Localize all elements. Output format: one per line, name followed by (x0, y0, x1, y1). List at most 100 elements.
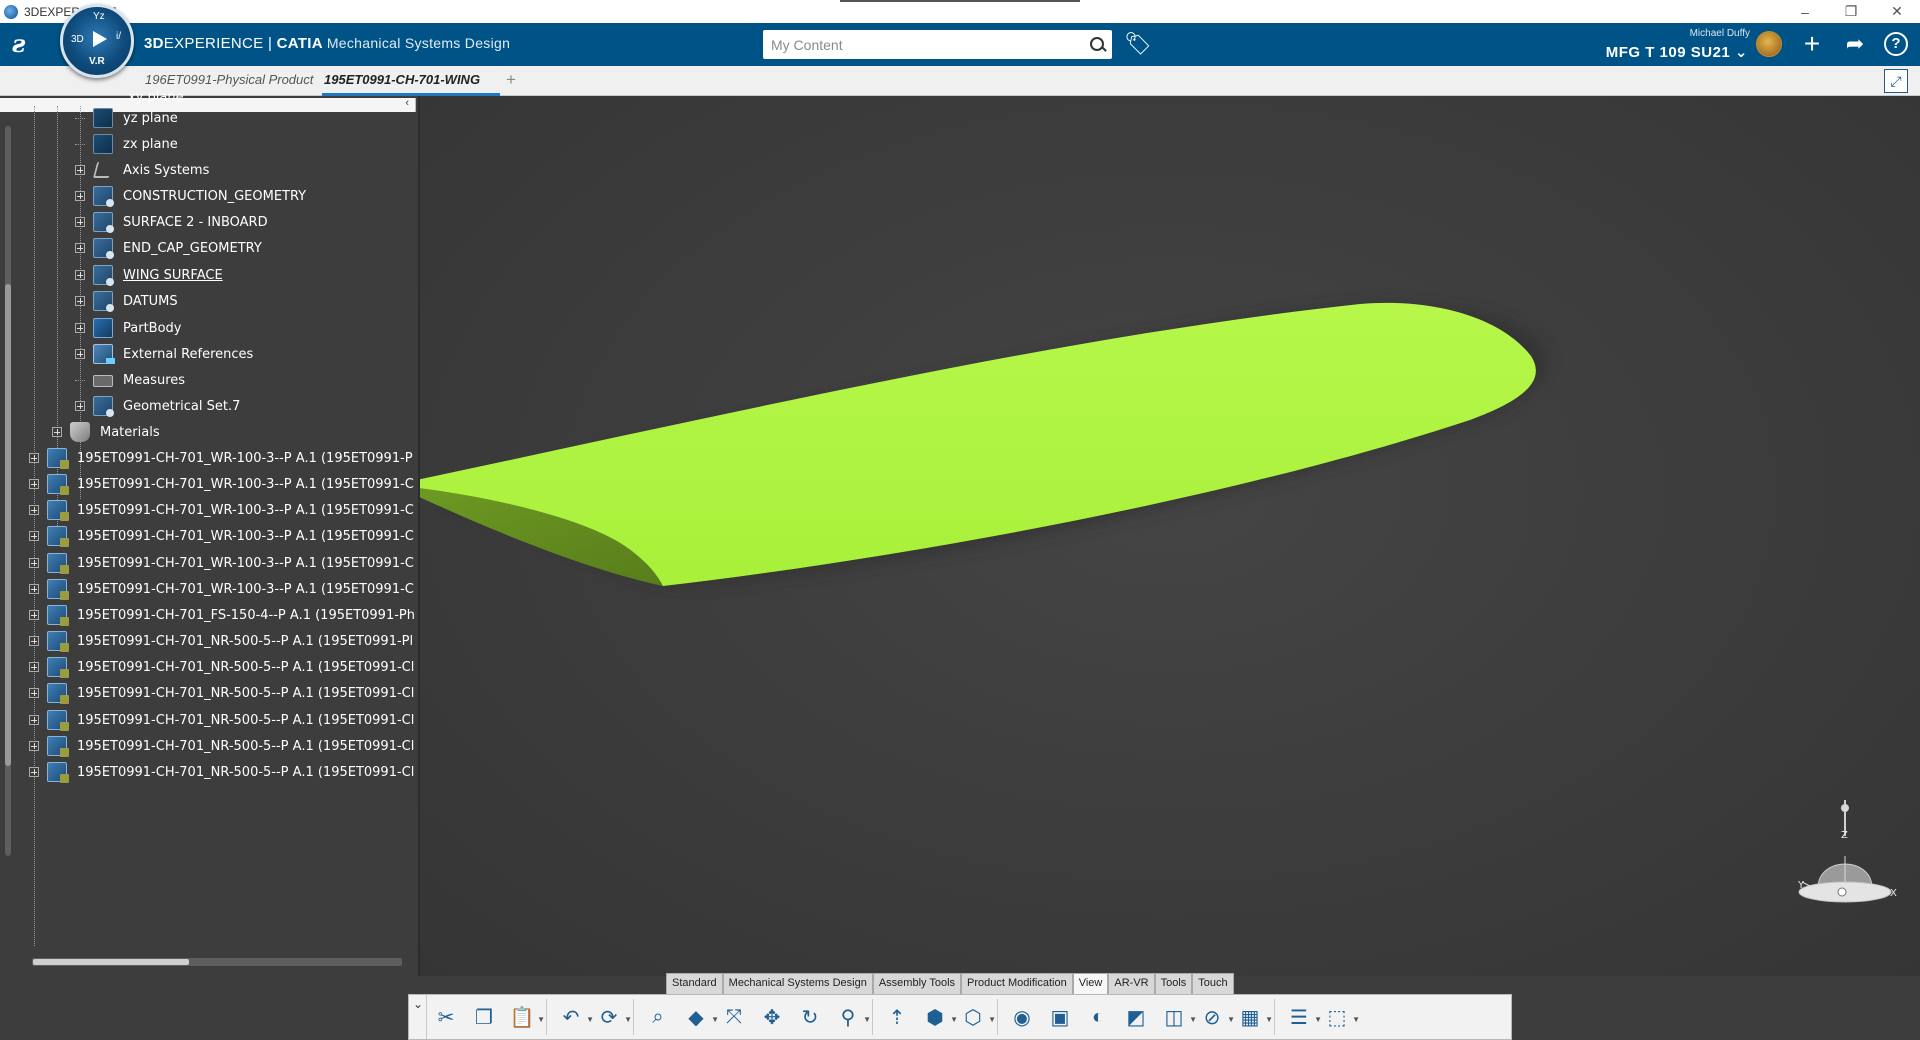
help-icon[interactable]: ? (1884, 32, 1908, 56)
3d-compass-icon[interactable]: Yz 3D i/ V.R (60, 4, 134, 78)
tree-item-part[interactable]: 195ET0991-CH-701_NR-500-5--P A.1 (195ET0… (29, 734, 415, 758)
tab-standard[interactable]: Standard (666, 973, 723, 994)
expand-icon[interactable] (29, 479, 39, 489)
hide-show-icon[interactable]: ◐ (1081, 1000, 1115, 1034)
minimize-button[interactable]: – (1782, 4, 1828, 20)
tree-item-external-references[interactable]: External References (75, 342, 253, 366)
restore-button[interactable]: ❐ (1828, 3, 1874, 20)
avatar[interactable] (1756, 31, 1782, 57)
zoom-icon[interactable]: ⌕ (641, 1000, 675, 1034)
normal-view-icon[interactable]: ⇡ (880, 1000, 914, 1034)
dropdown-arrow-icon[interactable]: ▼ (863, 1015, 871, 1024)
tenant-selector[interactable]: MFG T 109 SU21 ⌄ (1580, 43, 1748, 61)
tree-item-axis-systems[interactable]: Axis Systems (75, 158, 209, 182)
expand-icon[interactable] (29, 610, 39, 620)
pan-icon[interactable]: ✥ (755, 1000, 789, 1034)
tree-item-part[interactable]: 195ET0991-CH-701_WR-100-3--P A.1 (195ET0… (29, 446, 415, 470)
expand-icon[interactable] (29, 767, 39, 777)
dropdown-arrow-icon[interactable]: ▼ (537, 1015, 545, 1024)
copy-icon[interactable]: ❐ (467, 1000, 501, 1034)
expand-icon[interactable] (75, 323, 85, 333)
tree-item-datums[interactable]: DATUMS (75, 289, 178, 313)
compass-tool-icon[interactable]: ⬚ ▼ (1320, 1000, 1360, 1034)
tab-wing[interactable]: 195ET0991-CH-701-WING (324, 72, 499, 87)
split-view-icon[interactable]: ▦ ▼ (1233, 1000, 1273, 1034)
tree-item-part[interactable]: 195ET0991-CH-701_NR-500-5--P A.1 (195ET0… (29, 655, 415, 679)
tree-item-zx-plane[interactable]: zx plane (75, 132, 178, 156)
expand-icon[interactable] (75, 165, 85, 175)
tree-horizontal-scrollbar[interactable] (32, 958, 402, 966)
tree-item-surface-2-inboard[interactable]: SURFACE 2 - INBOARD (75, 210, 268, 234)
tree-item-materials[interactable]: Materials (52, 420, 160, 444)
expand-icon[interactable] (29, 662, 39, 672)
add-tab-button[interactable]: + (506, 70, 516, 90)
3d-viewport[interactable] (420, 96, 1920, 976)
share-icon[interactable]: ➦ (1840, 29, 1870, 59)
expand-icon[interactable] (29, 688, 39, 698)
expand-icon[interactable] (29, 741, 39, 751)
lighting-icon[interactable]: ◉ (1005, 1000, 1039, 1034)
rotate-icon[interactable]: ↻ (793, 1000, 827, 1034)
dropdown-arrow-icon[interactable]: ▼ (988, 1015, 996, 1024)
tab-mechanical-systems-design[interactable]: Mechanical Systems Design (722, 973, 873, 994)
expand-icon[interactable] (29, 505, 39, 515)
expand-icon[interactable] (29, 636, 39, 646)
add-icon[interactable]: + (1797, 27, 1827, 61)
expand-icon[interactable] (75, 217, 85, 227)
tree-item-part[interactable]: 195ET0991-CH-701_WR-100-3--P A.1 (195ET0… (29, 472, 415, 496)
expand-icon[interactable] (52, 427, 62, 437)
dropdown-arrow-icon[interactable]: ▼ (1352, 1015, 1360, 1024)
tree-vertical-scrollbar[interactable] (5, 126, 11, 856)
dropdown-arrow-icon[interactable]: ▼ (1265, 1015, 1273, 1024)
tree-item-part[interactable]: 195ET0991-CH-701_NR-500-5--P A.1 (195ET0… (29, 760, 415, 784)
tab-assembly-tools[interactable]: Assembly Tools (872, 973, 962, 994)
tree-item-part[interactable]: 195ET0991-CH-701_WR-100-3--P A.1 (195ET0… (29, 498, 415, 522)
close-button[interactable]: ✕ (1874, 3, 1920, 20)
tree-vertical-scroll-thumb[interactable] (5, 284, 11, 766)
fit-all-icon[interactable]: ⤧ (717, 1000, 751, 1034)
tree-item-construction-geometry[interactable]: CONSTRUCTION_GEOMETRY (75, 184, 306, 208)
dropdown-arrow-icon[interactable]: ▼ (624, 1015, 632, 1024)
tree-item-wing-surface[interactable]: WING SURFACE (75, 263, 223, 287)
expand-icon[interactable] (75, 191, 85, 201)
expand-icon[interactable] (29, 584, 39, 594)
tree-item-partbody[interactable]: PartBody (75, 316, 181, 340)
view-cube-icon[interactable]: ◆ ▼ (679, 1000, 719, 1034)
collapse-tree-icon[interactable]: ‹ (405, 97, 409, 109)
tab-product-modification[interactable]: Product Modification (961, 973, 1073, 994)
undo-icon[interactable]: ↶ ▼ (554, 1000, 594, 1034)
tree-item-part[interactable]: 195ET0991-CH-701_FS-150-4--P A.1 (195ET0… (29, 603, 415, 627)
tree-item-end-cap-geometry[interactable]: END_CAP_GEOMETRY (75, 236, 262, 260)
measure-tool-icon[interactable]: ⊘ ▼ (1195, 1000, 1235, 1034)
swap-visible-icon[interactable]: ◩ (1119, 1000, 1153, 1034)
capture-icon[interactable]: ▣ (1043, 1000, 1077, 1034)
tab-tools[interactable]: Tools (1154, 973, 1193, 994)
fullscreen-icon[interactable]: ⤢ (1884, 69, 1908, 93)
expand-icon[interactable] (75, 349, 85, 359)
tree-item-part[interactable]: 195ET0991-CH-701_WR-100-3--P A.1 (195ET0… (29, 577, 415, 601)
action-bar-collapse-icon[interactable] (409, 995, 427, 1039)
search-icon[interactable] (1082, 30, 1112, 59)
tree-item-part[interactable]: 195ET0991-CH-701_NR-500-5--P A.1 (195ET0… (29, 629, 415, 653)
iso-view-icon[interactable]: ⬢ ▼ (918, 1000, 958, 1034)
tree-item-geometrical-set-7[interactable]: Geometrical Set.7 (75, 394, 240, 418)
tree-item-yz-plane[interactable]: yz plane (75, 106, 178, 130)
tag-icon[interactable]: 🏷 (1124, 31, 1152, 57)
tree-item-part[interactable]: 195ET0991-CH-701_NR-500-5--P A.1 (195ET0… (29, 681, 415, 705)
zoom-in-out-icon[interactable]: ⚲ ▼ (831, 1000, 871, 1034)
update-icon[interactable]: ⟳ ▼ (592, 1000, 632, 1034)
tree-item-part[interactable]: 195ET0991-CH-701_NR-500-5--P A.1 (195ET0… (29, 708, 415, 732)
tree-item-part[interactable]: 195ET0991-CH-701_WR-100-3--P A.1 (195ET0… (29, 524, 415, 548)
camera-icon[interactable]: ◫ ▼ (1157, 1000, 1197, 1034)
expand-icon[interactable] (29, 453, 39, 463)
expand-icon[interactable] (75, 270, 85, 280)
tree-divider[interactable] (418, 96, 420, 976)
tree-horizontal-scroll-thumb[interactable] (33, 959, 189, 965)
tab-physical-product[interactable]: 196ET0991-Physical Product (145, 72, 317, 87)
compass-play-icon[interactable] (93, 31, 107, 47)
tree-item-partial[interactable]: xy plane (128, 90, 184, 104)
wing-model[interactable] (420, 96, 1920, 976)
tab-ar-vr[interactable]: AR-VR (1108, 973, 1155, 994)
tab-view[interactable]: View (1072, 973, 1109, 994)
tree-item-part[interactable]: 195ET0991-CH-701_WR-100-3--P A.1 (195ET0… (29, 551, 415, 575)
